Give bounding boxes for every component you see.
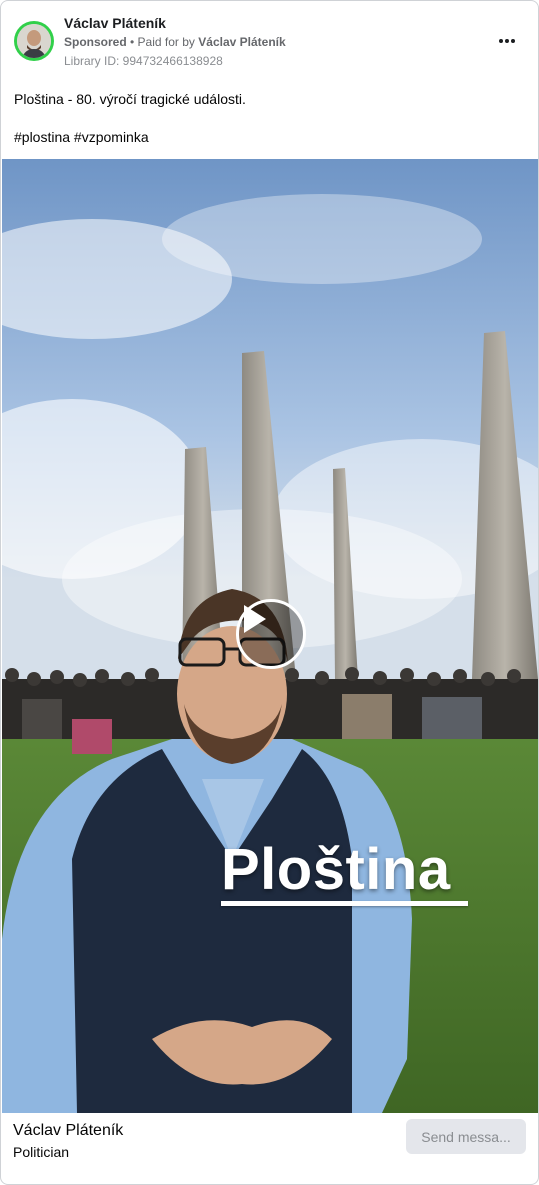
more-options-button[interactable] [493, 31, 521, 51]
post-footer: Václav Pláteník Politician Send messa... [1, 1113, 538, 1184]
play-icon [244, 605, 266, 633]
more-horizontal-icon [499, 39, 503, 43]
post-header: Václav Pláteník Sponsored • Paid for by … [1, 1, 538, 77]
avatar-image [17, 24, 51, 58]
sponsored-label: Sponsored [64, 35, 127, 49]
sponsored-line: Sponsored • Paid for by Václav Pláteník [64, 35, 286, 49]
page-name[interactable]: Václav Pláteník [13, 1122, 123, 1140]
post-hashtags[interactable]: #plostina #vzpominka [14, 129, 524, 145]
profile-avatar[interactable] [14, 21, 54, 61]
more-dot [511, 39, 515, 43]
sponsored-post-card: Václav Pláteník Sponsored • Paid for by … [0, 0, 539, 1185]
more-dot [505, 39, 509, 43]
post-body: Ploština - 80. výročí tragické události. [14, 91, 246, 107]
caption-underline [221, 901, 468, 906]
play-button[interactable] [236, 599, 306, 669]
library-id: Library ID: 994732466138928 [64, 54, 223, 68]
send-message-button[interactable]: Send messa... [406, 1119, 526, 1154]
video-caption-overlay: Ploština [221, 837, 451, 902]
paid-for-prefix: • Paid for by [130, 35, 195, 49]
post-text: Ploština - 80. výročí tragické události.… [14, 91, 524, 145]
page-category: Politician [13, 1144, 70, 1160]
author-name[interactable]: Václav Pláteník [64, 15, 166, 31]
video-player[interactable]: Ploština [2, 159, 538, 1113]
paid-for-name: Václav Pláteník [198, 35, 286, 49]
